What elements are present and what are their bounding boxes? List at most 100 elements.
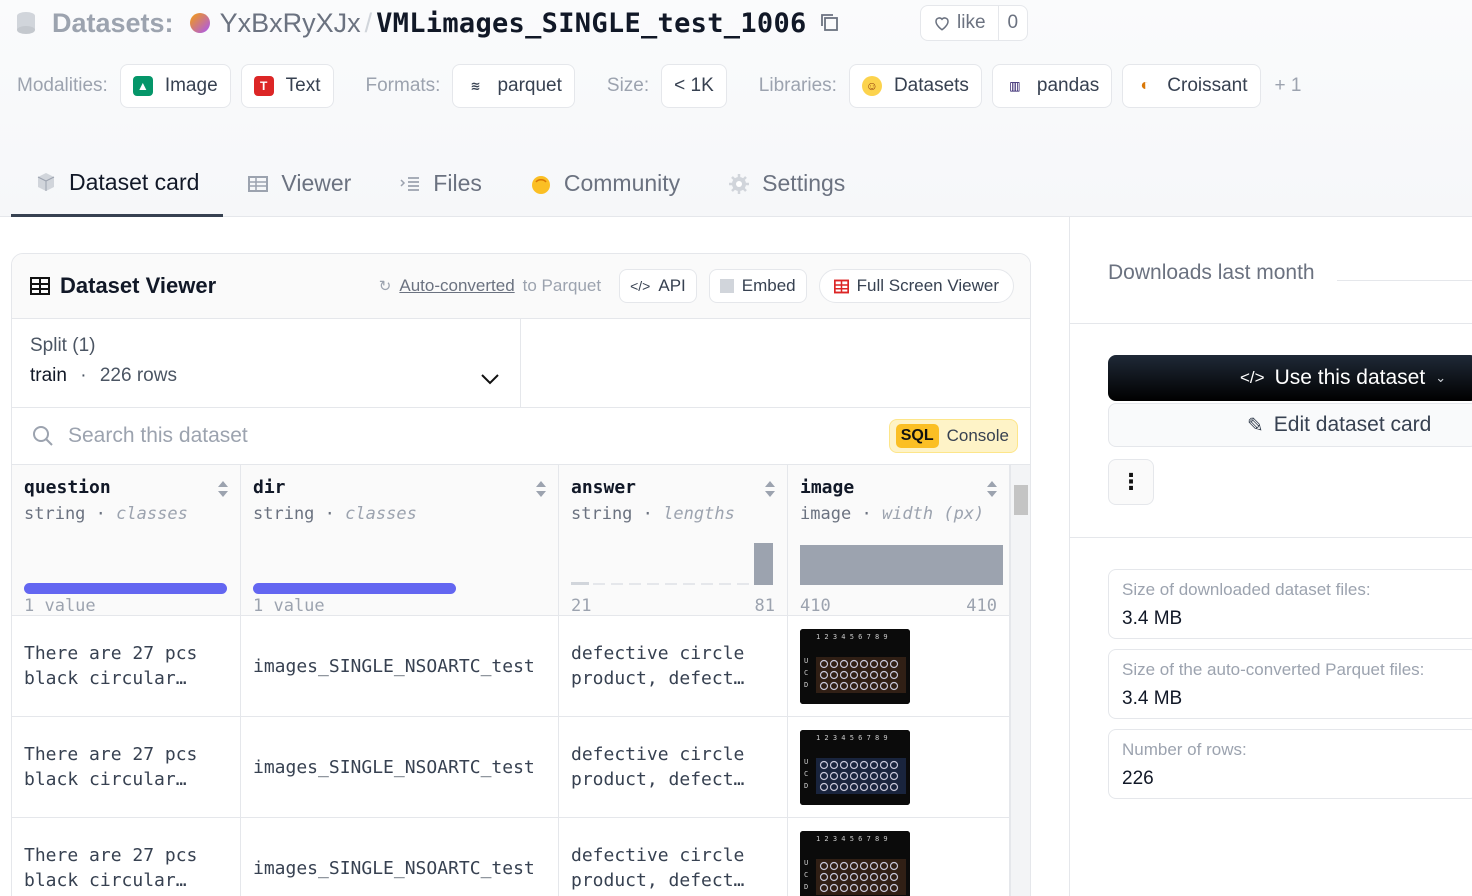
histogram-bar[interactable] — [571, 582, 589, 585]
modalities-label: Modalities: — [17, 75, 108, 96]
right-sidebar: Downloads last month </> Use this datase… — [1069, 217, 1472, 896]
table-cell[interactable]: 1 2 3 4 5 6 7 8 9 UCD — [788, 717, 1009, 818]
sql-label: Console — [946, 426, 1009, 445]
column-footer: 1 value — [253, 596, 546, 616]
scrollbar-thumb[interactable] — [1014, 485, 1028, 515]
chevron-down-icon[interactable] — [480, 369, 500, 389]
tag-size[interactable]: < 1K — [661, 64, 727, 108]
table-cell[interactable]: There are 27 pcs black circular… — [12, 616, 240, 717]
table-cell[interactable]: images_SINGLE_NSOARTC_test — [241, 616, 558, 717]
auto-converted-text: to Parquet — [522, 276, 602, 295]
gear-icon — [729, 173, 750, 194]
sql-console-button[interactable]: SQL Console — [888, 419, 1018, 453]
copy-icon[interactable] — [819, 12, 841, 34]
table-cell[interactable]: defective circle product, defect… — [559, 717, 787, 818]
table-cell[interactable]: images_SINGLE_NSOARTC_test — [241, 717, 558, 818]
tag-label: < 1K — [674, 75, 714, 96]
column-header[interactable]: question string · classes 1 value — [12, 465, 240, 616]
embed-button[interactable]: Embed — [708, 269, 807, 303]
svg-text:C: C — [804, 669, 808, 677]
svg-text:U: U — [804, 657, 808, 665]
embed-icon — [719, 279, 734, 293]
table-cell[interactable]: images_SINGLE_NSOARTC_test — [241, 818, 558, 896]
svg-text:1 2 3 4 5 6 7 8 9: 1 2 3 4 5 6 7 8 9 — [816, 734, 888, 742]
tag-croissant[interactable]: ◐ Croissant — [1122, 64, 1261, 108]
column-header[interactable]: dir string · classes 1 value — [241, 465, 558, 616]
split-dot: · — [80, 365, 87, 386]
tab-label: Viewer — [281, 170, 352, 196]
table-cell[interactable]: There are 27 pcs black circular… — [12, 717, 240, 818]
histogram-bar[interactable] — [800, 545, 1003, 585]
pencil-icon: ✎ — [1247, 414, 1264, 437]
more-tags[interactable]: + 1 — [1275, 75, 1302, 97]
image-thumbnail[interactable]: 1 2 3 4 5 6 7 8 9 UCD — [800, 830, 910, 896]
value-bar[interactable] — [24, 583, 227, 594]
tag-image[interactable]: ▲ Image — [119, 64, 231, 108]
image-thumbnail[interactable]: 1 2 3 4 5 6 7 8 9 UCD — [800, 729, 910, 805]
tab-files[interactable]: Files — [375, 150, 506, 217]
use-dataset-button[interactable]: </> Use this dataset ⌄ — [1108, 355, 1472, 401]
type-sep: · — [95, 504, 106, 524]
table-scrollbar[interactable] — [1010, 465, 1030, 896]
image-thumbnail[interactable]: 1 2 3 4 5 6 7 8 9 UCD — [800, 628, 910, 704]
svg-text:D: D — [804, 782, 808, 790]
tag-datasets[interactable]: ☺ Datasets — [848, 64, 982, 108]
formats-label: Formats: — [365, 75, 441, 96]
tab-viewer[interactable]: Viewer — [223, 150, 375, 217]
tab-community[interactable]: Community — [506, 150, 704, 217]
width-histogram[interactable] — [800, 541, 1003, 585]
type-text: string — [253, 504, 315, 524]
parquet-icon: ≋ — [470, 79, 481, 93]
table-cell[interactable]: There are 27 pcs black circular… — [12, 818, 240, 896]
more-options-icon[interactable]: ⋮ — [1108, 459, 1154, 505]
tab-label: Settings — [762, 170, 846, 196]
like-button[interactable]: like 0 — [920, 5, 1029, 41]
tag-label: Image — [164, 75, 218, 96]
length-histogram[interactable] — [571, 541, 774, 585]
org-link[interactable]: YxBxRyXJx — [220, 8, 361, 39]
tab-dataset-card[interactable]: Dataset card — [11, 150, 224, 217]
edit-dataset-card-button[interactable]: ✎ Edit dataset card — [1108, 403, 1472, 447]
stat-num-rows: Number of rows: 226 — [1108, 729, 1472, 799]
dataset-name[interactable]: VMLimages_SINGLE_test_1006 — [376, 8, 806, 39]
search-bar[interactable]: Search this dataset SQL Console — [12, 408, 1030, 465]
tag-text[interactable]: T Text — [240, 64, 334, 108]
table-cell[interactable]: 1 2 3 4 5 6 7 8 9 UCD — [788, 616, 1009, 717]
repo-tabs: Dataset card Viewer Files Community Sett… — [11, 150, 869, 217]
column-answer: answer string · lengths 21 81 defective c… — [559, 465, 788, 896]
datasets-label[interactable]: Datasets: — [52, 8, 174, 39]
tag-label: Text — [285, 75, 321, 96]
sort-icon[interactable] — [534, 479, 548, 499]
use-dataset-label: Use this dataset — [1274, 366, 1426, 389]
dataset-viewer: Dataset Viewer ↻ Auto-converted to Parqu… — [11, 253, 1031, 896]
fullscreen-viewer-button[interactable]: Full Screen Viewer — [818, 269, 1014, 303]
split-selector[interactable]: Split (1) train · 226 rows — [12, 319, 521, 407]
tag-parquet[interactable]: ≋ parquet — [452, 64, 575, 108]
sort-icon[interactable] — [763, 479, 777, 499]
table-icon — [833, 279, 849, 293]
like-label: like — [957, 12, 986, 33]
code-icon: </> — [1240, 368, 1265, 387]
column-name: answer — [571, 477, 637, 498]
histogram-bar[interactable] — [754, 543, 773, 585]
repo-header: Datasets: YxBxRyXJx / VMLimages_SINGLE_t… — [0, 0, 1472, 217]
tab-settings[interactable]: Settings — [704, 150, 869, 217]
sort-icon[interactable] — [985, 479, 999, 499]
table-cell[interactable]: defective circle product, defect… — [559, 616, 787, 717]
tag-pandas[interactable]: ▥ pandas — [991, 64, 1113, 108]
type-sep: · — [642, 504, 653, 524]
table-cell[interactable]: 1 2 3 4 5 6 7 8 9 UCD — [788, 818, 1009, 896]
sort-icon[interactable] — [216, 479, 230, 499]
like-count: 0 — [1007, 12, 1019, 33]
value-bar[interactable] — [253, 583, 456, 594]
auto-converted-link[interactable]: Auto-converted — [399, 276, 514, 296]
api-button[interactable]: </> API — [619, 269, 697, 303]
search-input[interactable]: Search this dataset — [68, 424, 248, 448]
org-avatar[interactable] — [189, 13, 210, 33]
column-header[interactable]: answer string · lengths 21 81 — [559, 465, 787, 616]
table-cell[interactable]: defective circle product, defect… — [559, 818, 787, 896]
split-name: train — [30, 365, 67, 386]
stat-kind: width (px) — [881, 504, 985, 524]
table-icon — [30, 277, 50, 295]
column-header[interactable]: image image · width (px) 410 410 — [788, 465, 1009, 616]
